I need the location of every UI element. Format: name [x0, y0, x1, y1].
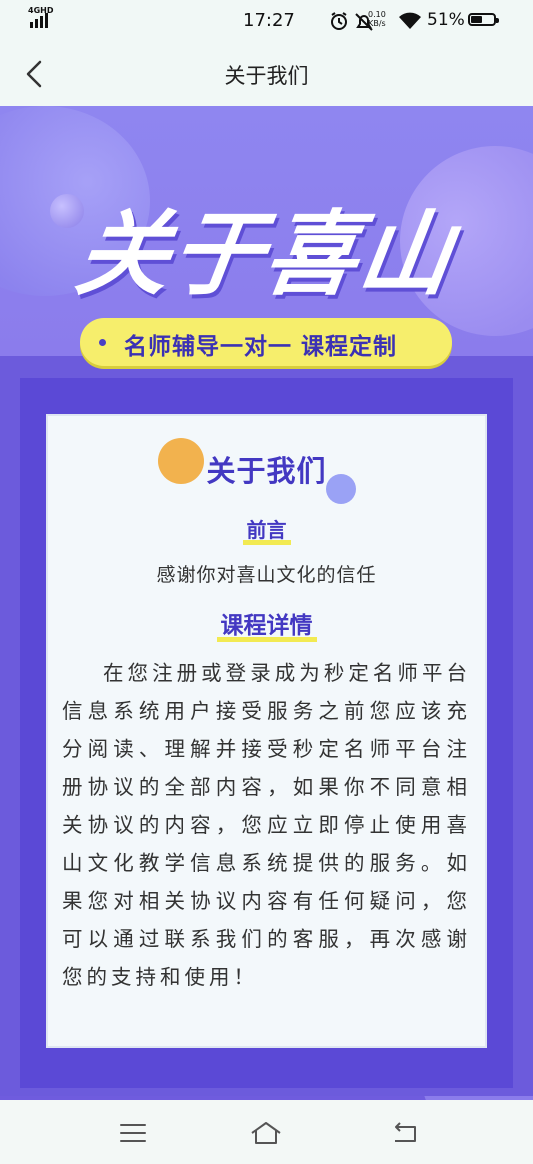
- battery-icon: [468, 13, 499, 26]
- network-speed: 0.10 KB/s: [368, 10, 386, 28]
- system-navigation-bar: [0, 1100, 533, 1164]
- bullet-icon: [99, 339, 106, 346]
- signal-icon: [30, 13, 48, 28]
- menu-icon[interactable]: [113, 1116, 153, 1150]
- speed-value: 0.10: [368, 10, 386, 19]
- body-text: 在您注册或登录成为秒定名师平台信息系统用户接受服务之前您应该充分阅读、理解并接受…: [62, 661, 471, 989]
- battery-percent: 51%: [427, 10, 465, 30]
- alarm-icon: [331, 12, 347, 30]
- status-bar: 4GHD 17:27 0.10 KB/s 51%: [0, 0, 533, 42]
- wifi-icon: [399, 12, 421, 29]
- battery-fill: [471, 16, 482, 23]
- tagline-text: 名师辅导一对一 课程定制: [124, 334, 398, 360]
- about-card: 关于我们 前言 感谢你对喜山文化的信任 课程详情 在您注册或登录成为秒定名师平台…: [46, 414, 487, 1048]
- tagline-pill: 名师辅导一对一 课程定制: [80, 318, 452, 366]
- intro-text: 感谢你对喜山文化的信任: [156, 564, 377, 586]
- banner-headline: 关于喜山: [69, 201, 461, 308]
- section-preface: 前言: [46, 514, 487, 545]
- speed-unit: KB/s: [368, 19, 386, 28]
- page-title: 关于我们: [224, 64, 309, 88]
- section-course-details: 课程详情: [46, 606, 487, 642]
- about-banner: 关于喜山 名师辅导一对一 课程定制 关于我们 前言 感谢你对喜山文化的信任 课程…: [0, 106, 533, 1100]
- back-icon[interactable]: [385, 1116, 425, 1150]
- section-preface-label: 前言: [242, 514, 291, 545]
- home-icon[interactable]: [246, 1116, 286, 1150]
- section-course-details-label: 课程详情: [216, 606, 317, 642]
- clock: 17:27: [243, 10, 295, 31]
- card-title: 关于我们: [206, 454, 327, 488]
- navigation-bar: 关于我们: [0, 42, 533, 106]
